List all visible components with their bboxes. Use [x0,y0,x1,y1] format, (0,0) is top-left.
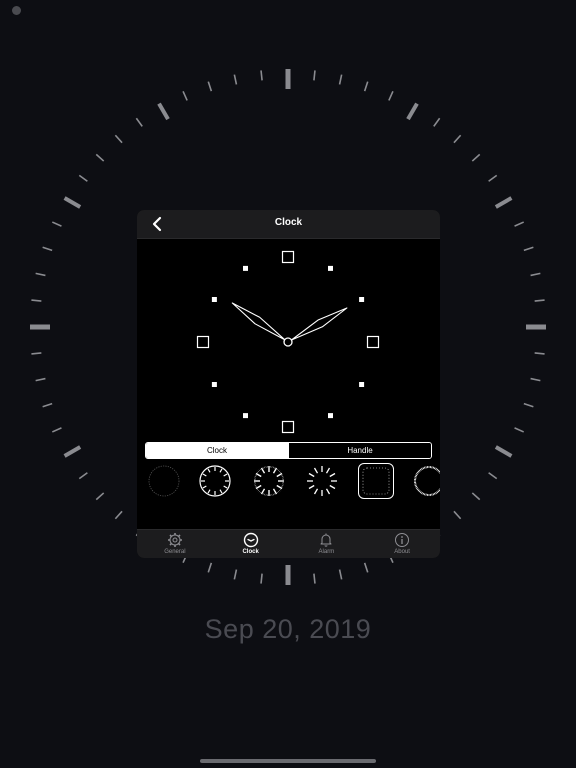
background-tick [95,153,105,162]
clock-style-option-3[interactable] [252,464,286,498]
background-tick [363,562,369,573]
tab-about-label: About [394,549,410,555]
tab-alarm-label: Alarm [318,549,335,555]
background-tick [51,221,62,227]
hour-marker-dot [328,413,333,419]
clock-style-option-6[interactable] [412,464,440,498]
background-tick [35,272,46,277]
tab-about[interactable]: About [364,530,440,558]
background-tick [514,427,525,433]
segment-handle[interactable]: Handle [288,443,431,458]
background-tick [338,569,343,580]
status-indicator-dot [12,6,21,15]
segment-clock[interactable]: Clock [146,443,288,458]
background-tick [260,70,263,81]
panel-title: Clock [274,217,303,228]
background-tick [433,117,441,127]
date-label: Sep 20, 2019 [204,614,372,644]
clock-style-option-2[interactable] [198,464,232,498]
hour-marker-dot [328,265,333,271]
background-tick [260,573,263,584]
background-tick [114,510,123,520]
hour-marker-dot [359,382,365,387]
hour-marker-dot [243,265,248,271]
background-tick [233,569,238,580]
settings-panel: Clock Clock Handle General Clock Alarm A… [137,210,440,558]
background-tick [514,221,525,227]
background-tick [78,472,88,480]
center-pin [283,337,293,347]
clock-handle-segmented-control: Clock Handle [145,442,432,459]
background-tick [207,562,213,573]
tab-alarm[interactable]: Alarm [289,530,365,558]
tab-general-label: General [164,549,186,555]
hour-marker-dot [211,382,217,387]
background-tick [338,74,343,85]
hour-hand [231,302,286,341]
background-tick [78,174,88,182]
background-tick [471,492,481,501]
hour-marker-square [281,420,295,434]
background-tick [233,74,238,85]
hour-marker-dot [243,413,248,419]
hour-marker-dot [211,297,217,302]
background-tick [35,377,46,382]
background-tick [453,134,462,144]
background-tick [42,246,53,252]
bell-icon [320,533,332,547]
hour-marker-square [281,250,295,264]
clock-style-picker [137,461,440,501]
background-tick [453,510,462,520]
background-tick [471,153,481,162]
clock-style-option-5[interactable] [358,463,394,499]
background-tick [63,445,82,458]
background-tick [182,90,188,101]
minute-hand [290,307,348,341]
panel-header: Clock [137,210,440,239]
background-tick [534,352,545,355]
info-icon [395,533,410,547]
background-tick [63,196,82,209]
background-tick [388,90,394,101]
background-tick [313,573,316,584]
gear-icon [167,533,182,547]
background-tick [31,352,42,355]
background-tick [530,377,541,382]
background-tick [363,81,369,92]
background-tick [494,445,513,458]
background-tick [488,472,498,480]
background-tick [157,102,170,121]
clock-icon [243,532,258,548]
background-tick [42,402,53,408]
background-tick [523,402,534,408]
hour-marker-dot [359,297,365,302]
background-tick [534,299,545,302]
background-tick [530,272,541,277]
hour-marker-square [196,335,210,349]
tab-clock[interactable]: Clock [213,530,289,558]
background-tick [313,70,316,81]
tab-clock-label: Clock [242,549,259,555]
tab-general[interactable]: General [137,530,213,558]
clock-preview [196,250,380,434]
background-tick [114,134,123,144]
background-tick [135,117,143,127]
background-tick [523,246,534,252]
background-tick [31,299,42,302]
home-indicator [200,759,376,763]
background-tick [406,102,419,121]
background-tick [488,174,498,182]
clock-style-option-1[interactable] [147,464,181,498]
clock-style-option-4[interactable] [305,464,339,498]
background-tick [95,492,105,501]
background-tick [494,196,513,209]
background-tick [207,81,213,92]
background-tick [51,427,62,433]
hour-marker-square [366,335,380,349]
tab-bar: General Clock Alarm About [137,529,440,558]
